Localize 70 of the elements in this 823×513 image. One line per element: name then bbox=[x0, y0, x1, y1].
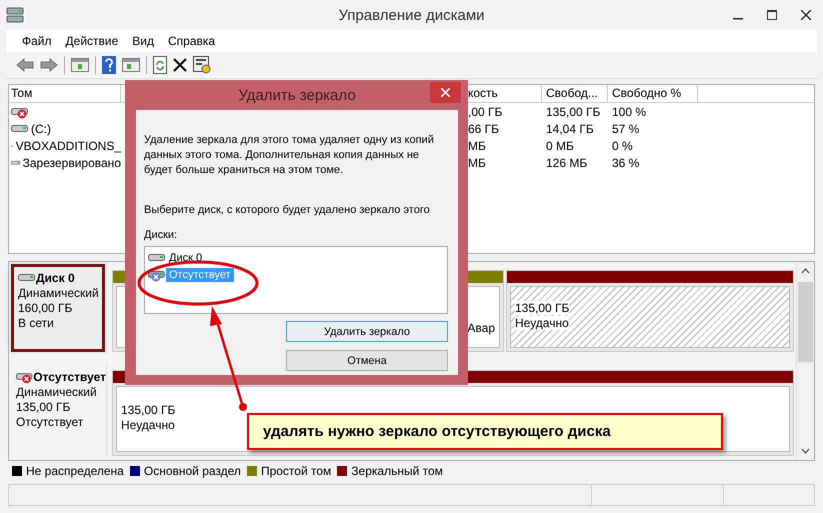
legend-label: Основной раздел bbox=[144, 464, 241, 478]
delete-icon[interactable] bbox=[173, 58, 187, 72]
partition-text: Авар bbox=[467, 321, 495, 335]
table-cell-text: 66 ГБ bbox=[467, 122, 500, 136]
dialog-title: Удалить зеркало bbox=[238, 86, 356, 104]
disk-label[interactable]: Отсутствует Динамический 135,00 ГБ Отсутствует bbox=[9, 362, 107, 458]
table-cell-text: 126 МБ bbox=[545, 156, 588, 170]
table-cell-text: 14,04 ГБ bbox=[545, 122, 595, 136]
table-cell-text: ,00 ГБ bbox=[467, 104, 504, 118]
table-cell-text: 100 % bbox=[611, 104, 648, 118]
disk-size: 135,00 ГБ bbox=[16, 401, 72, 414]
annotation-callout: удалять нужно зеркало отсутствующего диска bbox=[247, 413, 723, 450]
disk-status: В сети bbox=[18, 317, 55, 330]
dialog-message: Удаление зеркала для этого тома удаляет одну из копий данных этого тома. Дополнительная копия данных не будет больше храниться на этом томе. bbox=[144, 133, 435, 178]
window-title: Управление дисками bbox=[338, 6, 485, 24]
table-cell: Зарезервировано bbox=[22, 156, 121, 170]
maximize-icon[interactable] bbox=[767, 10, 777, 20]
refresh-icon[interactable] bbox=[153, 56, 167, 74]
column-header[interactable]: Том bbox=[9, 85, 121, 102]
table-cell: VBOXADDITIONS_ bbox=[16, 138, 121, 152]
menu-item[interactable]: Справка bbox=[168, 34, 216, 48]
scrollbar[interactable] bbox=[796, 262, 814, 460]
disk-management-icon bbox=[6, 7, 24, 23]
table-cell-text: 135,00 ГБ bbox=[545, 104, 602, 118]
disk-status: Отсутствует bbox=[16, 416, 84, 429]
failed-disk-icon bbox=[16, 370, 34, 384]
menu-item[interactable]: Действие bbox=[66, 34, 118, 48]
dialog-button[interactable]: Удалить зеркало bbox=[286, 321, 448, 342]
close-button[interactable] bbox=[430, 82, 461, 103]
column-header[interactable]: Свободно % bbox=[608, 85, 698, 102]
disk-size: 160,00 ГБ bbox=[18, 302, 74, 315]
scroll-down-icon[interactable] bbox=[801, 448, 810, 454]
list-item[interactable]: Диск 0 bbox=[166, 250, 206, 264]
properties-icon[interactable] bbox=[193, 56, 211, 74]
disk-name: Диск 0 bbox=[36, 272, 75, 284]
disk-type: Динамический bbox=[18, 287, 100, 300]
panel-icon[interactable] bbox=[122, 58, 140, 72]
menu-item[interactable]: Вид bbox=[132, 34, 154, 48]
partition-text: 135,00 ГБ bbox=[121, 402, 176, 416]
close-icon[interactable] bbox=[801, 10, 811, 20]
partition-block[interactable]: 135,00 ГБ Неудачно bbox=[506, 270, 794, 352]
table-cell-text: 36 % bbox=[611, 156, 640, 170]
legend-label: Простой том bbox=[260, 464, 332, 478]
partition-text: Неудачно bbox=[515, 316, 570, 330]
table-cell-text: МБ bbox=[467, 138, 487, 152]
back-arrow-icon[interactable] bbox=[16, 58, 34, 72]
help-icon[interactable] bbox=[102, 56, 116, 74]
forward-arrow-icon[interactable] bbox=[40, 58, 58, 72]
disk-list[interactable]: Диск 0 Отсутствует bbox=[144, 246, 448, 314]
table-cell-text: МБ bbox=[467, 156, 487, 170]
legend-label: Не распределена bbox=[26, 464, 124, 478]
close-icon bbox=[441, 88, 450, 97]
menu-item[interactable]: Файл bbox=[22, 34, 52, 48]
table-cell-text: 57 % bbox=[611, 122, 640, 136]
disk-name: Отсутствует bbox=[33, 370, 106, 384]
highlighted-disk-label[interactable]: Диск 0 Динамический 160,00 ГБ В сети bbox=[9, 262, 107, 354]
column-header[interactable]: Свобод... bbox=[542, 85, 608, 102]
scroll-up-icon[interactable] bbox=[801, 268, 810, 274]
disk-type: Динамический bbox=[16, 386, 98, 399]
legend-label: Зеркальный том bbox=[351, 464, 443, 478]
partition-text: 135,00 ГБ bbox=[515, 300, 570, 314]
list-label: Диски: bbox=[144, 229, 178, 241]
table-cell: (C:) bbox=[31, 122, 51, 136]
table-cell-text: 0 % bbox=[611, 138, 634, 152]
dialog-button[interactable]: Отмена bbox=[286, 350, 448, 371]
dialog-prompt: Выберите диск, с которого будет удалено зеркало этого bbox=[144, 203, 431, 218]
partition-text: Неудачно bbox=[121, 418, 176, 432]
scrollbar-thumb[interactable] bbox=[798, 282, 813, 362]
table-cell-text: 0 МБ bbox=[545, 138, 575, 152]
panel-icon[interactable] bbox=[71, 58, 89, 72]
